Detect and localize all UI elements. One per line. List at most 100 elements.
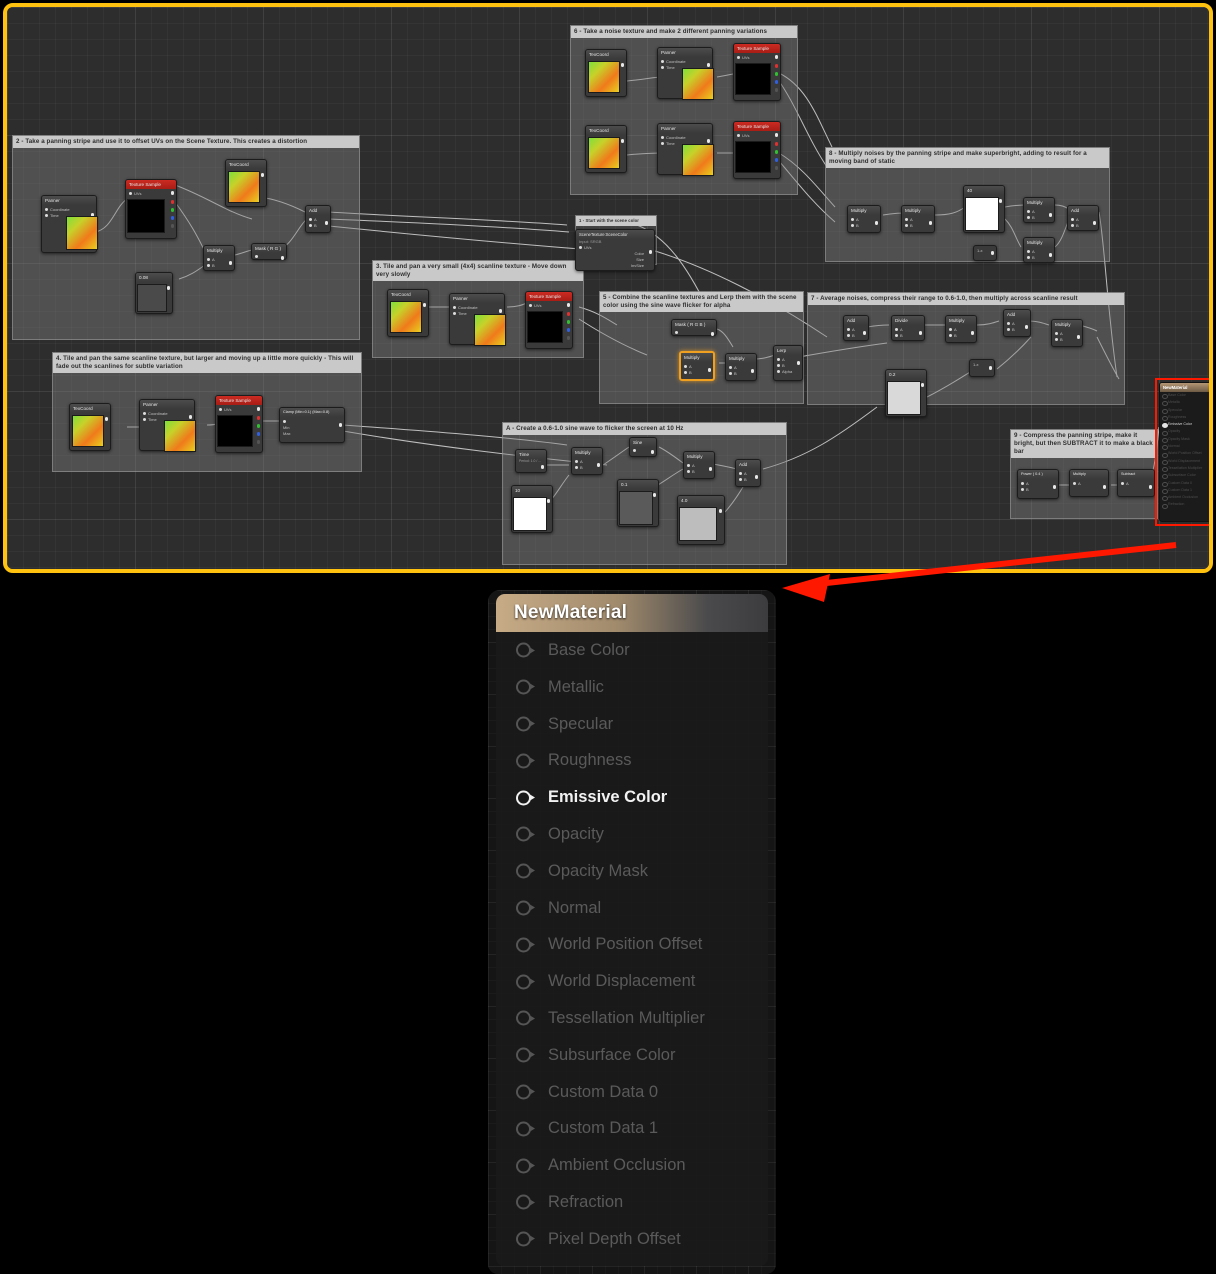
zoom-pin-metallic[interactable]: Metallic bbox=[496, 669, 768, 706]
node-divide-7[interactable]: Divide A B bbox=[891, 315, 925, 341]
pin-output[interactable] bbox=[1048, 253, 1052, 257]
node-pin-a[interactable]: A bbox=[1121, 481, 1151, 487]
node-mask-rg-2[interactable]: Mask ( R G ) bbox=[251, 243, 287, 260]
pin-output-g[interactable] bbox=[566, 320, 570, 324]
pin-output[interactable] bbox=[718, 509, 722, 513]
pin-output[interactable] bbox=[706, 139, 710, 143]
pin-output[interactable] bbox=[540, 465, 544, 469]
pin-output[interactable] bbox=[928, 221, 932, 225]
pin-output[interactable] bbox=[1076, 335, 1080, 339]
node-pin-b[interactable]: B bbox=[895, 333, 921, 339]
node-add-2[interactable]: Add A B bbox=[305, 205, 331, 233]
node-clamp-4[interactable]: Clamp (Min=0.1) (Max=0.8) Min Max bbox=[279, 407, 345, 443]
pin-output-color[interactable] bbox=[648, 250, 652, 254]
node-pin-in[interactable] bbox=[255, 254, 283, 260]
node-const-4-0-A[interactable]: 4.0 bbox=[677, 495, 725, 545]
comment-box-7[interactable]: 7 - Average noises, compress their range… bbox=[807, 292, 1125, 405]
node-pin-b[interactable]: B bbox=[684, 370, 710, 376]
pin-output[interactable] bbox=[1102, 485, 1106, 489]
pin-output-g[interactable] bbox=[256, 424, 260, 428]
pin-output-a[interactable] bbox=[170, 224, 174, 228]
pin-output[interactable] bbox=[796, 361, 800, 365]
node-scene-texture[interactable]: SceneTexture:SceneColor Input: SRGB UVs … bbox=[575, 229, 655, 271]
material-output-node-zoomed[interactable]: NewMaterial Base Color Metallic Specular… bbox=[488, 590, 776, 1274]
zoom-pin-normal[interactable]: Normal bbox=[496, 890, 768, 927]
node-multiply-8a[interactable]: Multiply A B bbox=[847, 205, 881, 233]
node-const-0-1-A[interactable]: 0.1 bbox=[617, 479, 659, 527]
pin-output-a[interactable] bbox=[566, 336, 570, 340]
node-pin-uvs[interactable]: UVs bbox=[529, 303, 569, 309]
pin-output-b[interactable] bbox=[774, 80, 778, 84]
pin-output-b[interactable] bbox=[170, 216, 174, 220]
pin-output-a[interactable] bbox=[774, 88, 778, 92]
node-lerp-5[interactable]: Lerp A B Alpha bbox=[773, 345, 803, 381]
zoom-pin-world-displacement[interactable]: World Displacement bbox=[496, 963, 768, 1000]
pin-output[interactable] bbox=[498, 309, 502, 313]
pin-output-rgb[interactable] bbox=[566, 303, 570, 307]
node-multiply-9[interactable]: Multiply A bbox=[1069, 469, 1109, 497]
pin-output-r[interactable] bbox=[774, 142, 778, 146]
zoom-pin-custom-data-0[interactable]: Custom Data 0 bbox=[496, 1074, 768, 1111]
node-pin-b[interactable]: B bbox=[1007, 327, 1027, 333]
pin-output[interactable] bbox=[1024, 325, 1028, 329]
zoom-pin-ambient-occlusion[interactable]: Ambient Occlusion bbox=[496, 1147, 768, 1184]
node-panner-6a[interactable]: Panner Coordinate Time bbox=[657, 47, 714, 100]
node-const-10-A[interactable]: 10 bbox=[511, 485, 553, 533]
pin-output[interactable] bbox=[104, 417, 108, 421]
pin-output[interactable] bbox=[707, 368, 711, 372]
zoom-pin-refraction[interactable]: Refraction bbox=[496, 1184, 768, 1221]
pin-output[interactable] bbox=[970, 331, 974, 335]
zoom-pin-roughness[interactable]: Roughness bbox=[496, 742, 768, 779]
node-multiply-5-selected[interactable]: Multiply A B bbox=[679, 351, 715, 381]
pin-output-a[interactable] bbox=[774, 166, 778, 170]
node-texcoord-6b[interactable]: TexCoord bbox=[585, 125, 627, 173]
node-multiply-7b[interactable]: Multiply A B bbox=[1051, 319, 1083, 347]
node-pin-max[interactable]: Max bbox=[283, 431, 341, 437]
node-mask-rgb-5[interactable]: Mask ( R G B ) bbox=[671, 319, 717, 336]
pin-output-b[interactable] bbox=[566, 328, 570, 332]
zoom-pin-base-color[interactable]: Base Color bbox=[496, 632, 768, 669]
pin-output[interactable] bbox=[260, 173, 264, 177]
node-texture-sample-1[interactable]: Texture Sample UVs bbox=[125, 179, 177, 239]
node-texture-sample-6a[interactable]: Texture Sample UVs bbox=[733, 43, 781, 101]
pin-output[interactable] bbox=[750, 369, 754, 373]
node-texture-sample-6b[interactable]: Texture Sample UVs bbox=[733, 121, 781, 179]
node-pin-exp[interactable]: B bbox=[1021, 487, 1055, 493]
node-power-9[interactable]: Power ( 0.4 ) A B bbox=[1017, 469, 1059, 499]
pin-output-g[interactable] bbox=[170, 208, 174, 212]
node-panner-3[interactable]: Panner Coordinate Time bbox=[449, 293, 506, 346]
node-panner-4[interactable]: Panner Coordinate Time bbox=[139, 399, 196, 452]
node-const-40[interactable]: 40 bbox=[963, 185, 1005, 233]
zoom-pin-opacity[interactable]: Opacity bbox=[496, 816, 768, 853]
pin-output[interactable] bbox=[1092, 221, 1096, 225]
pin-output[interactable] bbox=[652, 493, 656, 497]
node-pin-b[interactable]: B bbox=[687, 469, 711, 475]
zoom-pin-opacity-mask[interactable]: Opacity Mask bbox=[496, 853, 768, 890]
pin-output[interactable] bbox=[338, 423, 342, 427]
pin-output[interactable] bbox=[874, 221, 878, 225]
pin-output[interactable] bbox=[706, 63, 710, 67]
pin-output-g[interactable] bbox=[774, 72, 778, 76]
node-pin-b[interactable]: B bbox=[207, 263, 231, 269]
node-multiply-8c[interactable]: Multiply A B bbox=[1023, 197, 1055, 223]
node-pin-in[interactable] bbox=[675, 330, 713, 336]
zoom-pin-emissive-color[interactable]: Emissive Color bbox=[496, 779, 768, 816]
node-one-minus-7[interactable]: 1-x bbox=[969, 359, 995, 377]
pin-output[interactable] bbox=[920, 383, 924, 387]
node-sine-A[interactable]: Sine bbox=[629, 437, 657, 457]
node-time-A[interactable]: Time Period: 1.0 / ... bbox=[515, 449, 547, 473]
pin-output-a[interactable] bbox=[256, 440, 260, 444]
node-pin-b[interactable]: B bbox=[949, 333, 973, 339]
pin-output[interactable] bbox=[990, 251, 994, 255]
pin-output-r[interactable] bbox=[256, 416, 260, 420]
pin-output[interactable] bbox=[998, 199, 1002, 203]
node-add-A[interactable]: Add A B bbox=[735, 459, 761, 487]
node-texture-sample-3[interactable]: Texture Sample UVs bbox=[525, 291, 573, 349]
pin-output-r[interactable] bbox=[774, 64, 778, 68]
node-pin-uvs[interactable]: UVs bbox=[219, 407, 259, 413]
node-pin-b[interactable]: B bbox=[905, 223, 931, 229]
pin-output[interactable] bbox=[708, 467, 712, 471]
node-multiply-5b[interactable]: Multiply A B bbox=[725, 353, 757, 381]
pin-output[interactable] bbox=[620, 63, 624, 67]
node-add-8[interactable]: Add A B bbox=[1067, 205, 1099, 231]
